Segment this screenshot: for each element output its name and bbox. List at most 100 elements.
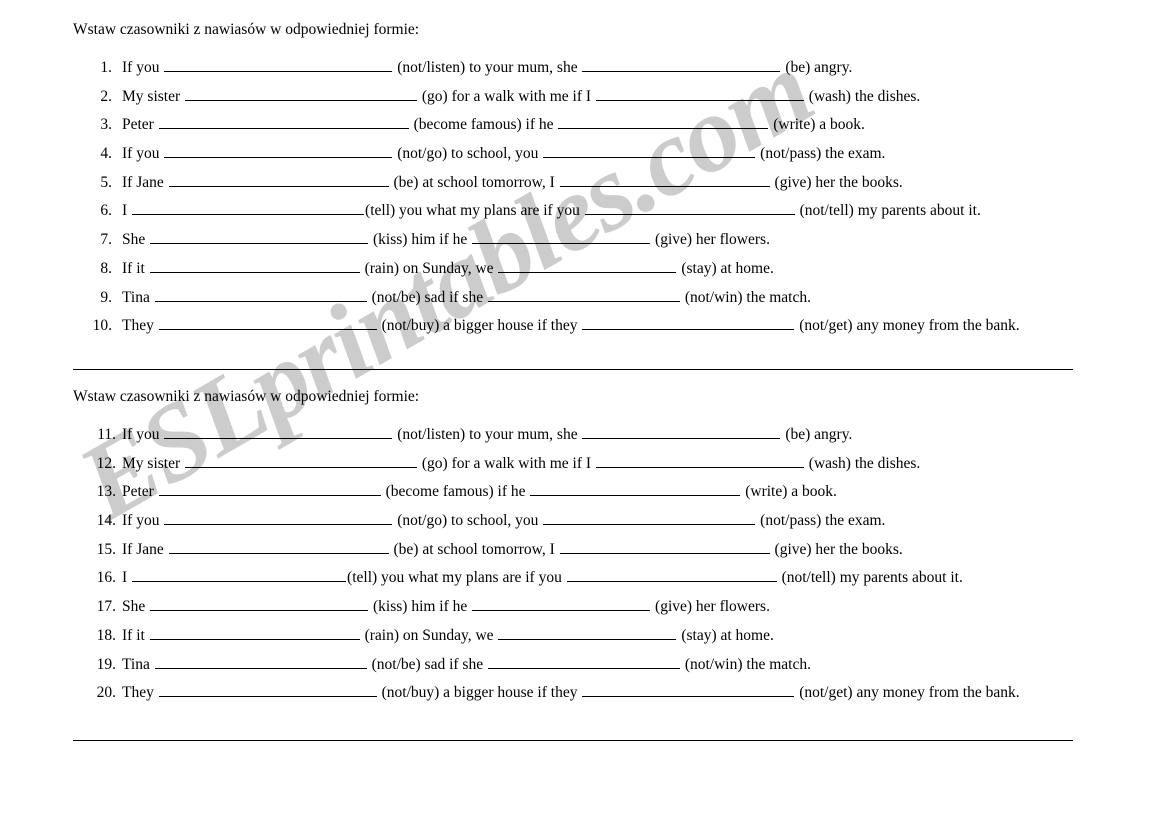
sentence-text: If you (122, 59, 164, 76)
sentence-text: (not/pass) the exam. (756, 145, 886, 163)
item-number: 20. (96, 684, 116, 702)
item-text: They (not/buy) a bigger house if they (n… (122, 312, 1020, 341)
sentence-text: (wash) the dishes. (804, 454, 921, 472)
answer-blank[interactable] (168, 172, 389, 187)
sentence-text: (not/win) the match. (680, 655, 811, 673)
answer-blank[interactable] (472, 596, 651, 612)
answer-blank[interactable] (132, 200, 365, 216)
answer-blank[interactable] (559, 539, 770, 554)
answer-blank[interactable] (487, 654, 680, 669)
item-number: 1. (100, 59, 112, 76)
answer-blank[interactable] (487, 287, 680, 302)
sentence-text: (give) her the books. (770, 173, 903, 191)
item-text: If Jane (be) at school tomorrow, I (give… (122, 536, 903, 565)
answer-blank[interactable] (595, 453, 804, 468)
answer-blank[interactable] (150, 596, 369, 612)
sentence-text: She (122, 231, 150, 249)
answer-blank[interactable] (158, 682, 377, 698)
item-text: If you (not/go) to school, you (not/pass… (122, 507, 885, 536)
sentence-text: (give) her flowers. (651, 598, 770, 616)
item-number: 17. (96, 598, 116, 616)
exercise-item: 5. If Jane (be) at school tomorrow, I (gi… (0, 169, 1169, 198)
answer-blank[interactable] (154, 654, 367, 669)
item-number: 4. (100, 145, 112, 163)
sentence-text: (become famous) if he (409, 116, 558, 134)
sentence-text: (kiss) him if he (369, 231, 472, 249)
section-divider-2 (73, 740, 1073, 741)
exercise-item: 2. My sister (go) for a walk with me if I… (0, 83, 1169, 112)
exercise-item: 8. If it (rain) on Sunday, we (stay) at … (0, 255, 1169, 284)
answer-blank[interactable] (150, 229, 369, 245)
item-number: 9. (100, 288, 112, 306)
answer-blank[interactable] (185, 453, 417, 468)
answer-blank[interactable] (543, 143, 756, 159)
item-text: I (tell) you what my plans are if you (n… (122, 564, 963, 593)
answer-blank[interactable] (559, 172, 770, 187)
exercise-item: 20. They (not/buy) a bigger house if they… (0, 679, 1169, 708)
answer-blank[interactable] (558, 114, 769, 130)
sentence-text: Tina (122, 655, 154, 673)
answer-blank[interactable] (158, 315, 377, 331)
item-text: If you (not/listen) to your mum, she (be… (122, 54, 852, 83)
item-text: My sister (go) for a walk with me if I (… (122, 450, 920, 479)
item-number: 5. (100, 173, 112, 191)
item-number: 7. (100, 231, 112, 249)
exercise-list-1: 1. If you (not/listen) to your mum, she (… (0, 54, 1169, 341)
answer-blank[interactable] (498, 258, 677, 273)
item-text: Tina (not/be) sad if she (not/win) the m… (122, 284, 811, 313)
sentence-text: (be) angry. (781, 59, 853, 76)
sentence-text: (be) at school tomorrow, I (389, 540, 559, 558)
sentence-text: (become famous) if he (381, 483, 530, 501)
answer-blank[interactable] (158, 114, 409, 130)
item-text: She (kiss) him if he (give) her flowers. (122, 226, 770, 255)
sentence-text: (not/go) to school, you (393, 512, 543, 530)
sentence-text: (not/be) sad if she (367, 288, 487, 306)
block-1-heading: Wstaw czasowniki z nawiasów w odpowiedni… (73, 21, 420, 38)
exercise-item: 14. If you (not/go) to school, you (not/p… (0, 507, 1169, 536)
exercise-item: 13. Peter (become famous) if he (write) a… (0, 478, 1169, 507)
sentence-text: (tell) you what my plans are if you (365, 202, 584, 220)
answer-blank[interactable] (168, 539, 389, 554)
answer-blank[interactable] (158, 481, 381, 497)
answer-blank[interactable] (582, 424, 781, 439)
sentence-text: (not/be) sad if she (367, 655, 487, 673)
sentence-text: My sister (122, 454, 184, 472)
item-number: 16. (96, 569, 116, 587)
item-text: My sister (go) for a walk with me if I (… (122, 83, 920, 112)
answer-blank[interactable] (472, 229, 651, 245)
answer-blank[interactable] (582, 57, 781, 72)
answer-blank[interactable] (164, 424, 393, 439)
item-text: If it (rain) on Sunday, we (stay) at hom… (122, 255, 774, 284)
answer-blank[interactable] (164, 143, 393, 159)
answer-blank[interactable] (543, 510, 756, 526)
worksheet-page: Wstaw czasowniki z nawiasów w odpowiedni… (0, 0, 1169, 821)
sentence-text: (stay) at home. (677, 259, 774, 277)
answer-blank[interactable] (566, 567, 777, 583)
answer-blank[interactable] (132, 567, 347, 583)
answer-blank[interactable] (164, 510, 393, 526)
answer-blank[interactable] (149, 625, 360, 640)
answer-blank[interactable] (164, 57, 393, 72)
answer-blank[interactable] (595, 86, 804, 101)
sentence-text: If Jane (122, 173, 168, 191)
answer-blank[interactable] (154, 287, 367, 302)
exercise-item: 1. If you (not/listen) to your mum, she (… (0, 54, 1169, 83)
item-number: 19. (96, 655, 116, 673)
sentence-text: They (122, 317, 158, 335)
answer-blank[interactable] (530, 481, 741, 497)
exercise-item: 11. If you (not/listen) to your mum, she … (0, 421, 1169, 450)
item-number: 11. (97, 426, 116, 443)
answer-blank[interactable] (185, 86, 417, 101)
item-text: I (tell) you what my plans are if you (n… (122, 197, 981, 226)
answer-blank[interactable] (498, 625, 677, 640)
answer-blank[interactable] (582, 682, 795, 698)
item-number: 13. (96, 483, 116, 501)
sentence-text: (give) her the books. (770, 540, 903, 558)
item-text: If it (rain) on Sunday, we (stay) at hom… (122, 622, 774, 651)
item-number: 3. (100, 116, 112, 134)
answer-blank[interactable] (149, 258, 360, 273)
answer-blank[interactable] (582, 315, 795, 331)
answer-blank[interactable] (584, 200, 795, 216)
item-text: Tina (not/be) sad if she (not/win) the m… (122, 651, 811, 680)
sentence-text: Peter (122, 116, 158, 134)
